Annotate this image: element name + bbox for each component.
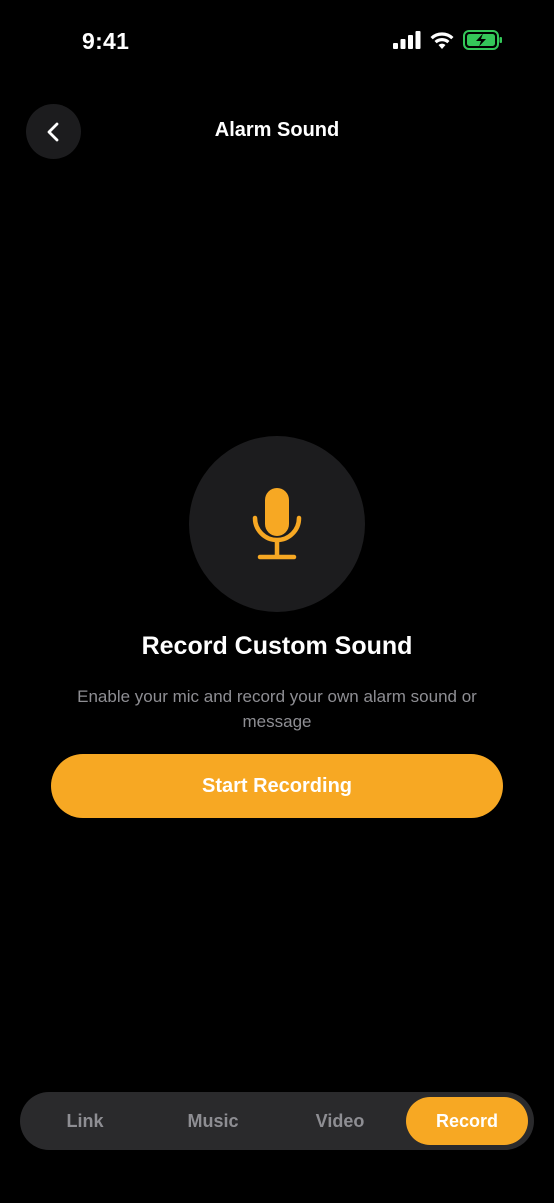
start-recording-button[interactable]: Start Recording: [51, 754, 503, 818]
status-time: 9:41: [82, 28, 130, 54]
battery-icon: [463, 30, 502, 50]
microphone-icon: [252, 488, 302, 560]
tab-record[interactable]: Record: [406, 1097, 528, 1145]
status-bar: 9:41: [0, 0, 554, 82]
source-tab-bar: Link Music Video Record: [20, 1092, 534, 1150]
microphone-badge: [189, 436, 365, 612]
tab-video[interactable]: Video: [279, 1097, 401, 1145]
record-description: Enable your mic and record your own alar…: [77, 687, 477, 731]
signal-icon: [393, 31, 421, 49]
page-title: Alarm Sound: [214, 119, 340, 141]
record-title: Record Custom Sound: [141, 632, 413, 660]
tab-link[interactable]: Link: [24, 1097, 146, 1145]
wifi-icon: [430, 32, 454, 49]
tab-music[interactable]: Music: [152, 1097, 274, 1145]
